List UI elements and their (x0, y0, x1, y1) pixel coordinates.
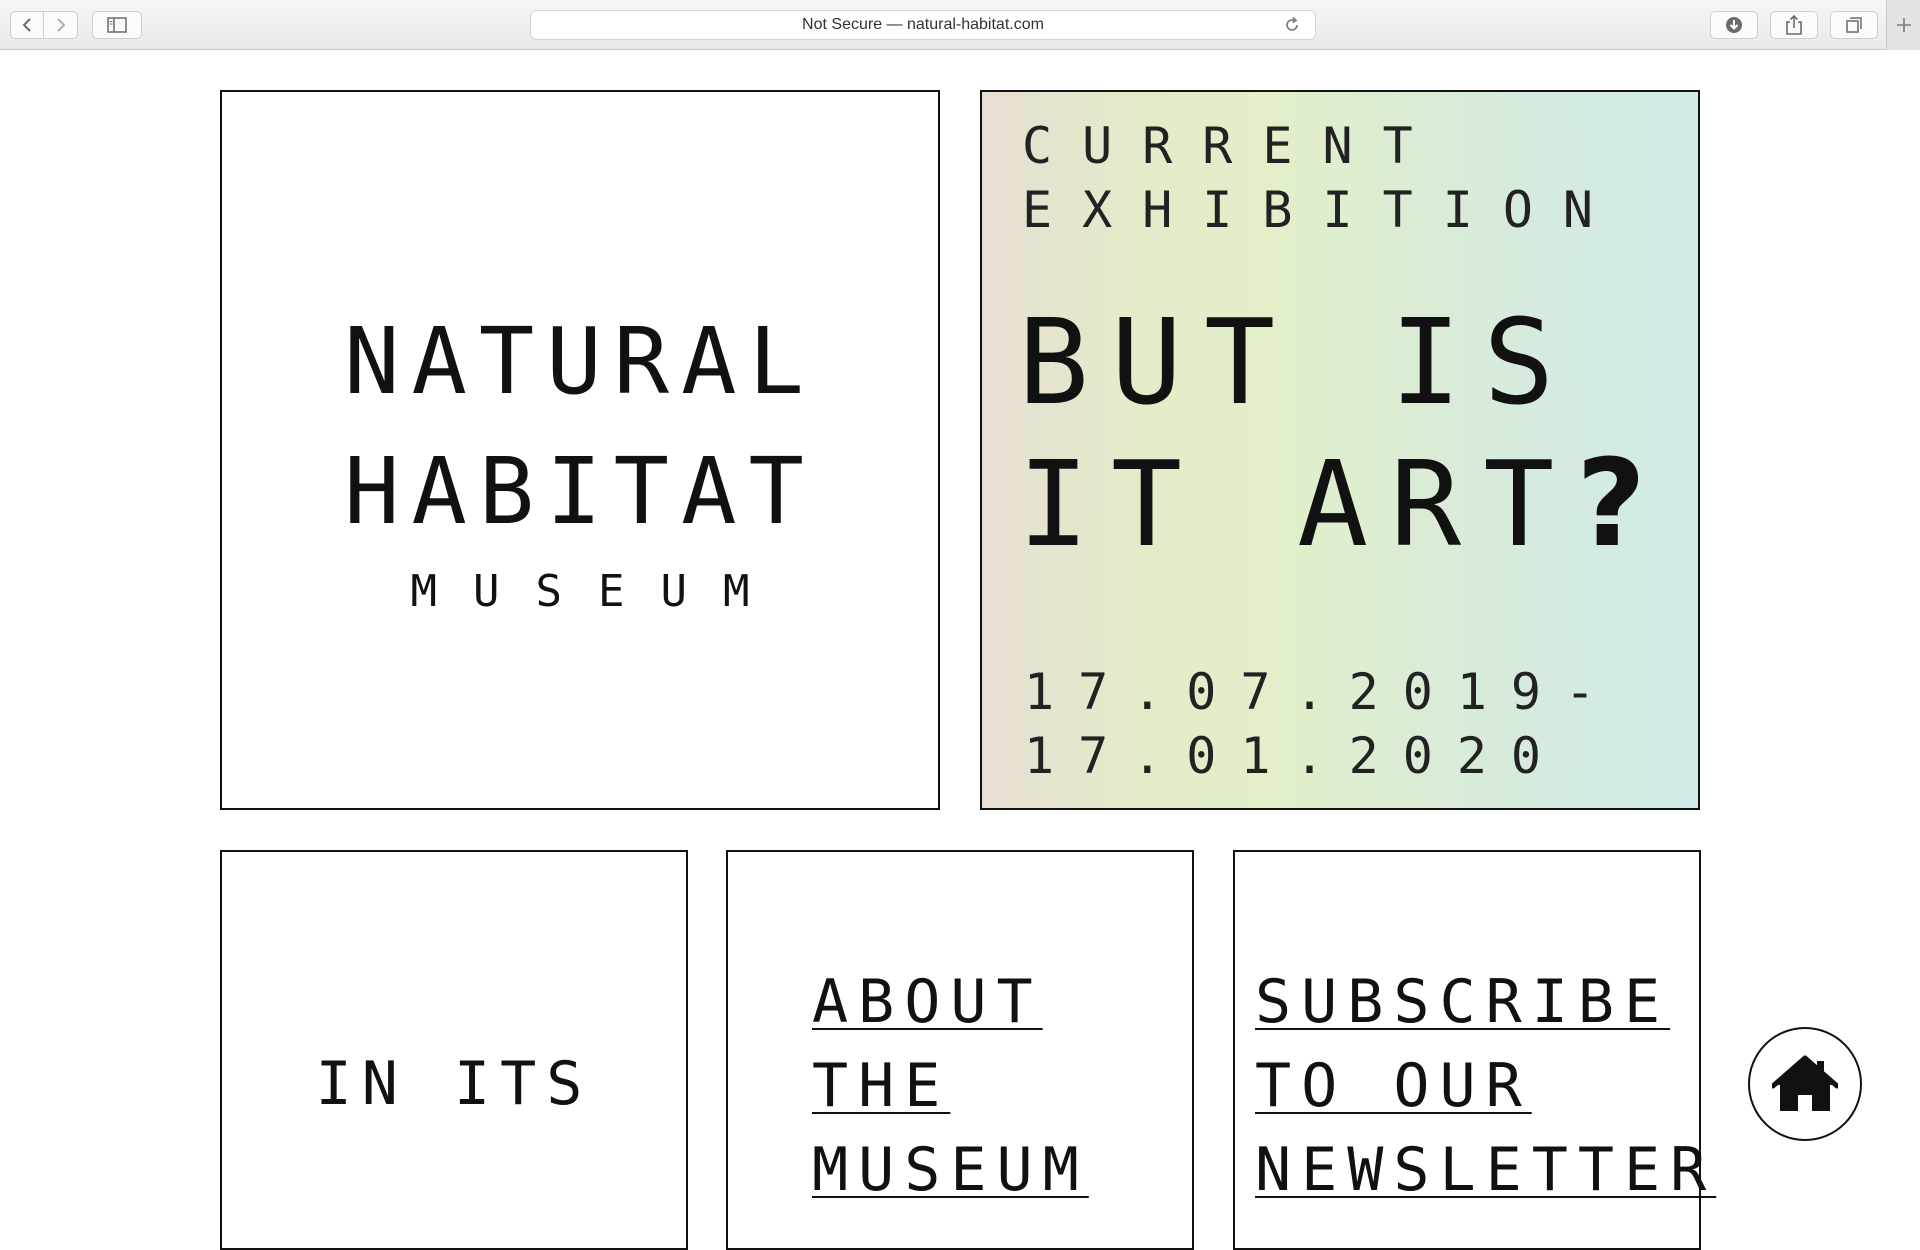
intro-card: IN ITS (220, 850, 688, 1250)
exhibition-title-line2-text: IT ART (1018, 435, 1577, 573)
about-museum-link[interactable]: ABOUT THE MUSEUM (812, 960, 1089, 1212)
forward-button[interactable] (44, 11, 78, 39)
back-icon (22, 18, 31, 32)
download-icon (1726, 17, 1742, 33)
subscribe-link-line3[interactable]: NEWSLETTER (1255, 1128, 1716, 1212)
about-museum-link-line3[interactable]: MUSEUM (812, 1128, 1089, 1212)
exhibition-label-current: CURRENT (1022, 117, 1443, 175)
share-button[interactable] (1770, 11, 1818, 39)
home-button[interactable] (1748, 1027, 1862, 1141)
exhibition-title-line1: BUT IS (1018, 293, 1577, 431)
logo-line-habitat: HABITAT (344, 438, 816, 545)
current-exhibition-card[interactable]: CURRENT EXHIBITION BUT IS IT ART? 17.07.… (980, 90, 1700, 810)
exhibition-title-line2: IT ART? (1018, 434, 1646, 575)
exhibition-date-end: 17.01.2020 (1024, 727, 1566, 785)
about-museum-link-line2[interactable]: THE (812, 1044, 1089, 1128)
logo-line-natural: NATURAL (344, 308, 816, 415)
share-icon (1786, 14, 1802, 35)
downloads-button[interactable] (1710, 11, 1758, 39)
browser-toolbar: Not Secure — natural-habitat.com (0, 0, 1920, 50)
navigation-buttons (10, 11, 78, 39)
museum-logo-card[interactable]: NATURAL HABITAT MUSEUM (220, 90, 940, 810)
back-button[interactable] (10, 11, 44, 39)
exhibition-label-exhibition: EXHIBITION (1022, 181, 1624, 239)
subscribe-newsletter-link[interactable]: SUBSCRIBE TO OUR NEWSLETTER (1255, 960, 1716, 1212)
toolbar-actions (1710, 11, 1878, 39)
subscribe-link-line1[interactable]: SUBSCRIBE (1255, 960, 1716, 1044)
address-text: Not Secure — natural-habitat.com (802, 16, 1044, 33)
subscribe-card[interactable]: SUBSCRIBE TO OUR NEWSLETTER (1233, 850, 1706, 1250)
intro-text: IN ITS (315, 1049, 593, 1119)
about-museum-link-line1[interactable]: ABOUT (812, 960, 1089, 1044)
forward-icon (56, 18, 65, 32)
new-tab-button[interactable] (1886, 0, 1920, 50)
subscribe-link-line2[interactable]: TO OUR (1255, 1044, 1716, 1128)
tabs-icon (1846, 17, 1862, 33)
home-icon (1772, 1055, 1838, 1111)
exhibition-title-question-mark: ? (1576, 435, 1646, 574)
new-tab-icon (1896, 18, 1911, 32)
sidebar-button[interactable] (92, 11, 142, 39)
logo-line-museum: MUSEUM (410, 566, 786, 617)
address-bar[interactable]: Not Secure — natural-habitat.com (530, 10, 1316, 40)
sidebar-icon (107, 17, 127, 33)
about-museum-card[interactable]: ABOUT THE MUSEUM (726, 850, 1194, 1250)
reload-icon[interactable] (1283, 16, 1301, 39)
tabs-button[interactable] (1830, 11, 1878, 39)
exhibition-date-start: 17.07.2019- (1024, 663, 1620, 721)
